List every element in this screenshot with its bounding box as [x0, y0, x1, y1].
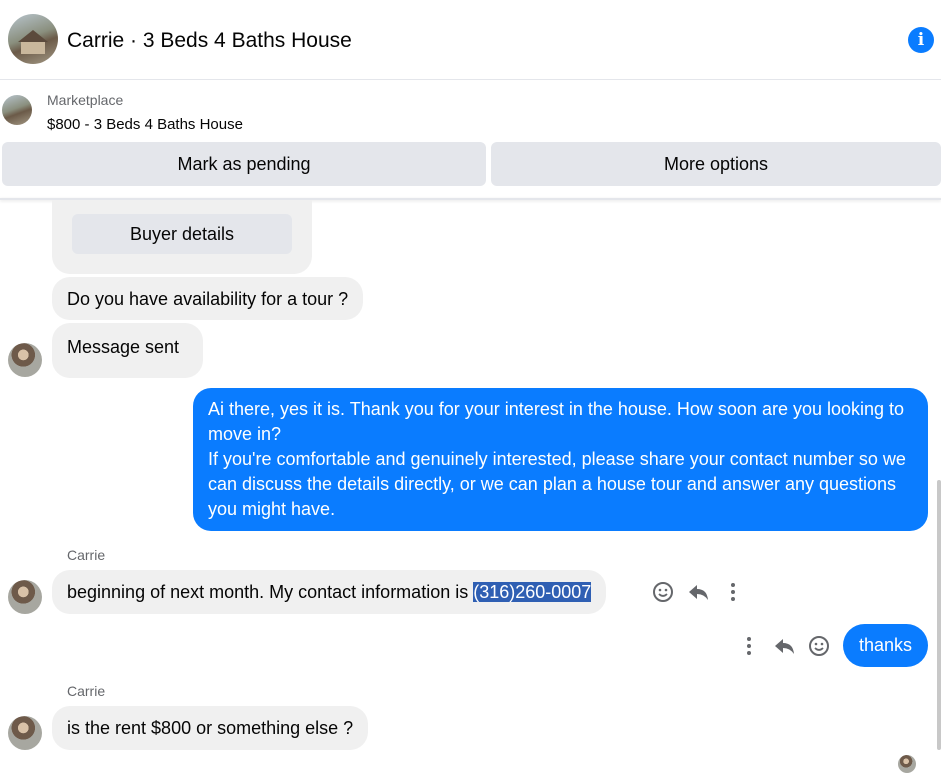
highlighted-phone-number[interactable]: (316)260-0007	[473, 582, 592, 602]
more-options-button[interactable]: More options	[491, 142, 941, 186]
outgoing-message-line: Ai there, yes it is. Thank you for your …	[208, 399, 905, 444]
more-icon[interactable]	[735, 632, 763, 660]
conversation-title[interactable]: Carrie · 3 Beds 4 Baths House	[67, 28, 352, 54]
scrollbar[interactable]	[937, 480, 941, 750]
listing-thumbnail[interactable]	[2, 95, 32, 125]
incoming-message[interactable]: is the rent $800 or something else ?	[52, 706, 369, 750]
sender-name: Carrie	[67, 547, 106, 563]
incoming-message[interactable]: Do you have availability for a tour ?	[52, 277, 364, 320]
more-icon[interactable]	[719, 578, 747, 606]
buyer-details-button[interactable]: Buyer details	[72, 214, 292, 254]
avatar[interactable]	[8, 580, 42, 614]
incoming-message[interactable]: Message sent	[52, 323, 203, 378]
info-icon[interactable]: i	[908, 27, 934, 53]
outgoing-message[interactable]: Ai there, yes it is. Thank you for your …	[193, 388, 928, 531]
reply-icon[interactable]	[770, 632, 798, 660]
react-icon[interactable]	[649, 578, 677, 606]
listing-avatar[interactable]	[8, 14, 58, 64]
message-text: beginning of next month. My contact info…	[67, 582, 474, 602]
listing-title[interactable]: $800 - 3 Beds 4 Baths House	[47, 116, 243, 133]
seen-avatar	[898, 755, 916, 773]
outgoing-message[interactable]: thanks	[843, 624, 928, 667]
avatar[interactable]	[8, 343, 42, 377]
marketplace-label: Marketplace	[47, 92, 124, 108]
reply-icon[interactable]	[684, 578, 712, 606]
incoming-message[interactable]: beginning of next month. My contact info…	[52, 570, 607, 614]
sender-name: Carrie	[67, 683, 106, 699]
avatar[interactable]	[8, 716, 42, 750]
outgoing-message-line: If you're comfortable and genuinely inte…	[208, 449, 906, 519]
react-icon[interactable]	[805, 632, 833, 660]
mark-as-pending-button[interactable]: Mark as pending	[2, 142, 486, 186]
